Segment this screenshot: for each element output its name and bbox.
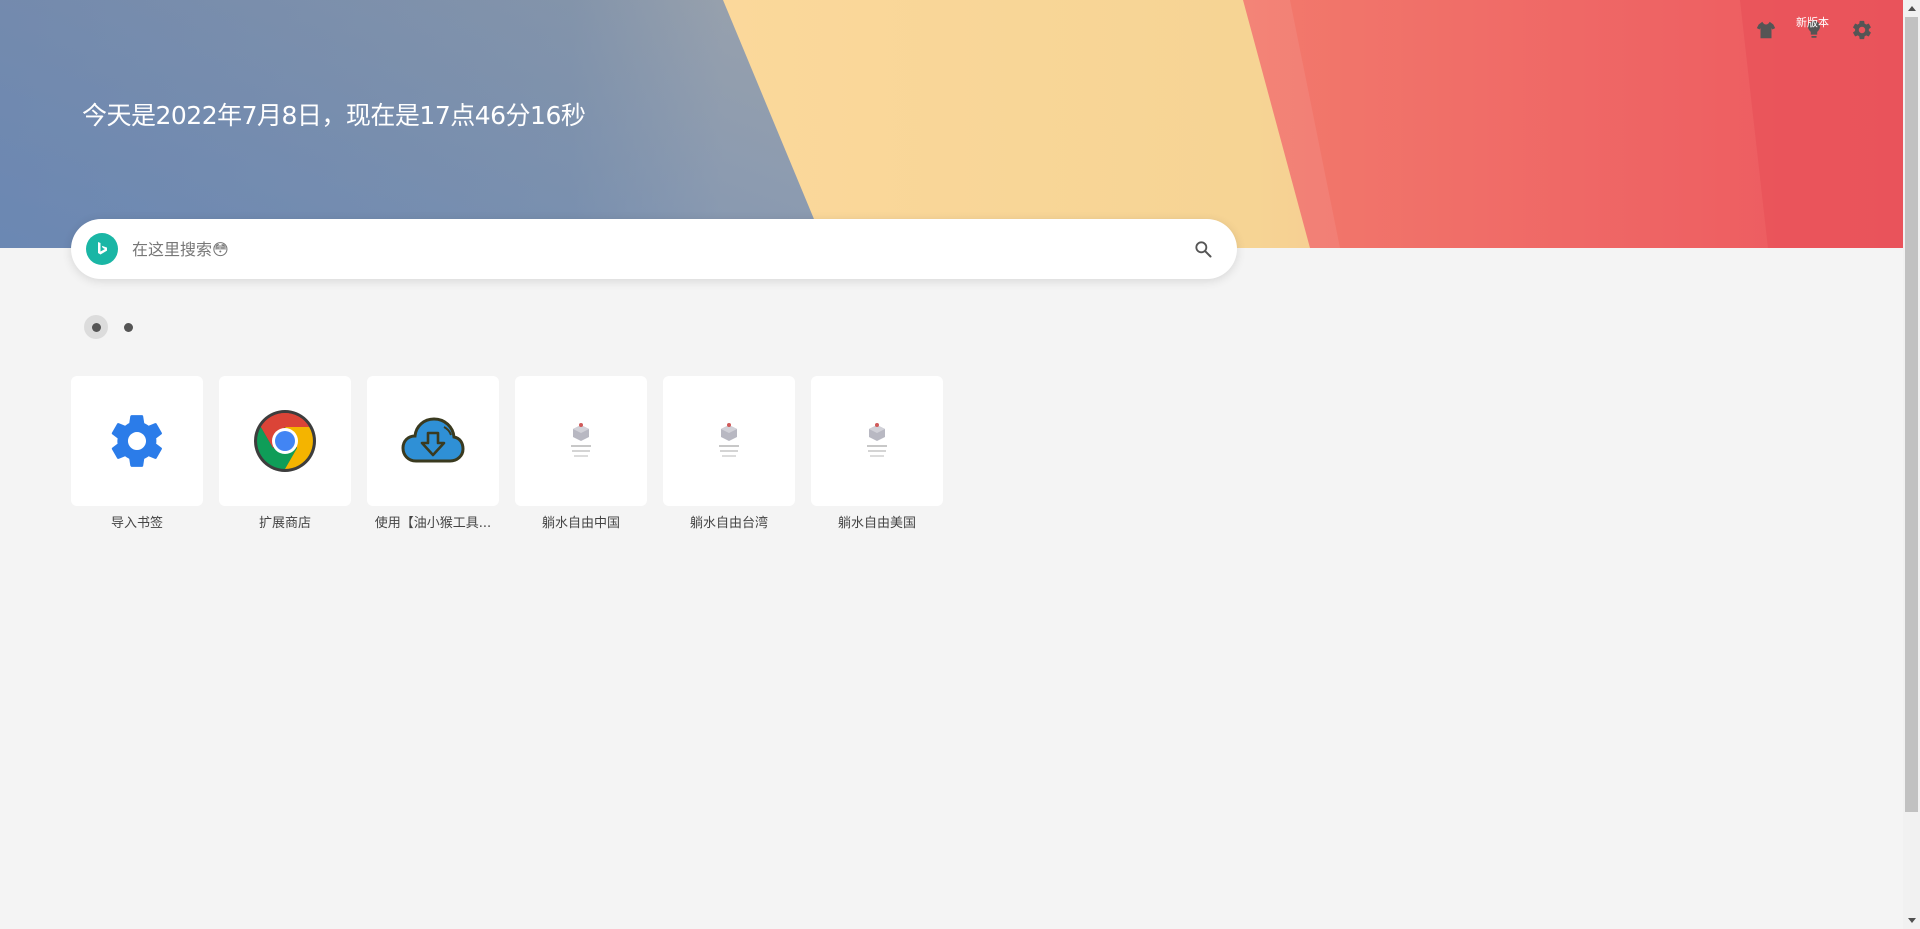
- page-dot-2[interactable]: [116, 315, 140, 339]
- shortcut-label: 躺水自由台湾: [689, 516, 768, 531]
- search-button[interactable]: [1191, 237, 1215, 261]
- settings-button[interactable]: [1850, 18, 1874, 42]
- page-indicator: [84, 315, 140, 339]
- shortcut-label: 躺水自由美国: [837, 516, 916, 531]
- new-version-badge[interactable]: 新版本: [1796, 14, 1829, 30]
- shortcut-site-usa[interactable]: 躺水自由美国: [811, 376, 943, 531]
- shortcut-label: 扩展商店: [258, 516, 311, 531]
- shortcut-tile[interactable]: [811, 376, 943, 506]
- gear-icon: [111, 415, 162, 467]
- scroll-up-button[interactable]: [1903, 0, 1920, 17]
- search-bar: [71, 219, 1237, 279]
- hero-banner: 今天是2022年7月8日，现在是17点46分16秒: [0, 0, 1903, 248]
- shortcut-tile[interactable]: [515, 376, 647, 506]
- shortcut-site-taiwan[interactable]: 躺水自由台湾: [663, 376, 795, 531]
- shortcut-grid: 导入书签 扩展商店 使用【油小猴工具... 躺水自由中国 躺水自由台湾 躺水自由…: [71, 376, 943, 531]
- vertical-scrollbar[interactable]: [1903, 0, 1920, 929]
- shortcut-tile[interactable]: [219, 376, 351, 506]
- bing-logo-icon: [98, 242, 107, 255]
- shortcut-tile[interactable]: [367, 376, 499, 506]
- shortcut-label: 导入书签: [110, 516, 163, 531]
- shortcut-tile[interactable]: [663, 376, 795, 506]
- search-input[interactable]: [132, 239, 1191, 259]
- arrow-down-icon: [1907, 918, 1916, 923]
- shirt-icon: [1756, 21, 1776, 39]
- search-engine-selector[interactable]: [86, 233, 118, 265]
- tips-button[interactable]: 新版本: [1796, 16, 1829, 42]
- arrow-up-icon: [1907, 6, 1916, 11]
- scroll-down-button[interactable]: [1903, 912, 1920, 929]
- top-toolbar: 新版本: [1754, 16, 1874, 42]
- chrome-logo-icon: [254, 410, 316, 472]
- shortcut-label: 躺水自由中国: [541, 516, 620, 531]
- gear-icon: [1853, 20, 1871, 40]
- shortcut-site-china[interactable]: 躺水自由中国: [515, 376, 647, 531]
- search-icon: [1195, 241, 1212, 258]
- site-logo-icon: [719, 423, 739, 457]
- shortcut-label: 使用【油小猴工具...: [374, 516, 492, 531]
- shortcut-extension-store[interactable]: 扩展商店: [219, 376, 351, 531]
- shortcut-import-bookmarks[interactable]: 导入书签: [71, 376, 203, 531]
- theme-button[interactable]: [1754, 18, 1778, 42]
- cloud-download-icon: [401, 417, 465, 463]
- scroll-thumb[interactable]: [1905, 17, 1918, 812]
- current-datetime: 今天是2022年7月8日，现在是17点46分16秒: [82, 101, 586, 130]
- shortcut-tile[interactable]: [71, 376, 203, 506]
- site-logo-icon: [867, 423, 887, 457]
- shortcut-youxiaohou[interactable]: 使用【油小猴工具...: [367, 376, 499, 531]
- site-logo-icon: [571, 423, 591, 457]
- page-dot-1[interactable]: [84, 315, 108, 339]
